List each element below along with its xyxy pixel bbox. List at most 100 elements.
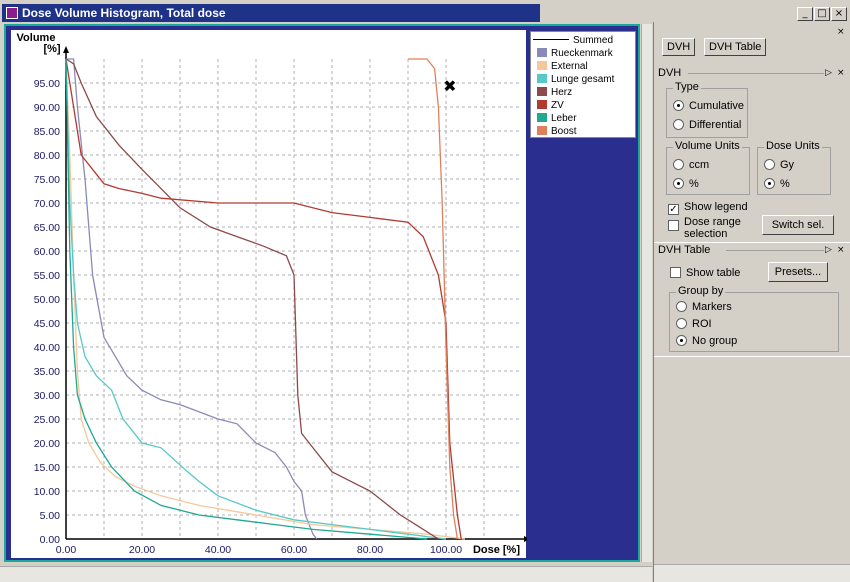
legend-label: Leber xyxy=(551,113,577,124)
radio-ccm[interactable]: ccm xyxy=(673,158,709,172)
legend-title: Summed xyxy=(533,34,613,47)
radio-differential[interactable]: Differential xyxy=(673,118,741,132)
dvh-table-section-header[interactable]: DVH Table xyxy=(658,243,710,257)
dvh-window: Dose Volume Histogram, Total dose _ □ × … xyxy=(0,0,847,582)
x-tick-label: 60.00 xyxy=(281,544,307,556)
legend-swatch xyxy=(537,48,547,57)
y-tick-label: 70.00 xyxy=(34,198,60,210)
x-tick-label: 20.00 xyxy=(129,544,155,556)
legend-item[interactable]: ZV xyxy=(537,99,564,112)
window-titlebar[interactable]: Dose Volume Histogram, Total dose xyxy=(2,4,540,22)
legend-item[interactable]: External xyxy=(537,60,588,73)
legend-label: Boost xyxy=(551,126,577,137)
x-tick-label: 40.00 xyxy=(205,544,231,556)
section-divider-2 xyxy=(726,250,824,251)
legend-item[interactable]: Boost xyxy=(537,125,577,138)
y-tick-label: 50.00 xyxy=(34,294,60,306)
y-tick-label: 85.00 xyxy=(34,126,60,138)
radio-roi[interactable]: ROI xyxy=(676,317,712,331)
y-tick-label: 25.00 xyxy=(34,414,60,426)
y-tick-label: 60.00 xyxy=(34,246,60,258)
y-tick-label: 65.00 xyxy=(34,222,60,234)
plot-area[interactable]: 0.00 5.00 10.00 15.00 20.00 25.00 30.00 35.00 40… xyxy=(11,30,530,559)
radio-no-group[interactable]: No group xyxy=(676,334,737,348)
titlebar-spacer xyxy=(540,4,650,22)
y-tick-label: 80.00 xyxy=(34,150,60,162)
y-tick-label: 35.00 xyxy=(34,366,60,378)
y-tick-label: 75.00 xyxy=(34,174,60,186)
legend-swatch xyxy=(537,113,547,122)
maximize-button[interactable]: □ xyxy=(814,7,830,21)
horizontal-scrollbar[interactable] xyxy=(0,566,652,582)
panel-separator-2 xyxy=(654,356,850,357)
radio-markers[interactable]: Markers xyxy=(676,300,732,314)
type-group: Type Cumulative Differential xyxy=(666,81,748,138)
presets-button[interactable]: Presets... xyxy=(768,262,828,282)
y-tick-label: 30.00 xyxy=(34,390,60,402)
legend-item[interactable]: Rueckenmark xyxy=(537,47,613,60)
tab-dvh-table[interactable]: DVH Table xyxy=(704,38,767,56)
x-tick-label: 0.00 xyxy=(56,544,77,556)
legend-label: Rueckenmark xyxy=(551,48,613,59)
chart-frame: 0.00 5.00 10.00 15.00 20.00 25.00 30.00 35.00 40… xyxy=(4,24,640,562)
legend-label: Lunge gesamt xyxy=(551,74,615,85)
radio-cumulative[interactable]: Cumulative xyxy=(673,99,744,113)
y-tick-label: 95.00 xyxy=(34,78,60,90)
dvh-chart[interactable]: 0.00 5.00 10.00 15.00 20.00 25.00 30.00 35.00 40… xyxy=(12,31,530,559)
y-tick-label: 40.00 xyxy=(34,342,60,354)
legend-label: ZV xyxy=(551,100,564,111)
y-axis-unit-label: [%] xyxy=(43,43,60,55)
y-tick-label: 45.00 xyxy=(34,318,60,330)
legend-swatch xyxy=(537,126,547,135)
section-divider xyxy=(688,73,824,74)
y-axis-arrow-icon xyxy=(63,46,69,53)
x-tick-label: 100.00 xyxy=(430,544,462,556)
y-tick-label: 20.00 xyxy=(34,438,60,450)
legend-swatch xyxy=(537,87,547,96)
legend-item[interactable]: Herz xyxy=(537,86,572,99)
panel-horizontal-scrollbar[interactable] xyxy=(654,564,850,582)
legend-label: External xyxy=(551,61,588,72)
pin-icon[interactable]: ▷ xyxy=(825,68,832,78)
app-icon xyxy=(6,7,18,19)
radio-volume-percent[interactable]: % xyxy=(673,177,699,191)
y-tick-label: 15.00 xyxy=(34,462,60,474)
x-axis-arrow-icon xyxy=(524,536,530,542)
show-table-checkbox[interactable]: Show table xyxy=(670,266,740,280)
radio-gy[interactable]: Gy xyxy=(764,158,794,172)
close-button[interactable]: × xyxy=(831,7,847,21)
side-panel: × DVH DVH Table DVH ▷ × Type Cumulative … xyxy=(653,22,850,582)
legend-item[interactable]: Lunge gesamt xyxy=(537,73,614,86)
marker-x-icon: ✖ xyxy=(443,76,456,95)
switch-sel-button[interactable]: Switch sel. xyxy=(762,215,834,235)
show-legend-checkbox[interactable]: ✓ Show legend xyxy=(668,200,748,215)
y-tick-label: 10.00 xyxy=(34,486,60,498)
y-tick-label: 55.00 xyxy=(34,270,60,282)
group-by-group: Group by Markers ROI No group xyxy=(669,285,839,352)
series-line-zv xyxy=(65,58,462,540)
legend-item[interactable]: Leber xyxy=(537,112,577,125)
x-axis-label: Dose [%] xyxy=(473,544,520,556)
dose-range-checkbox[interactable]: Dose range selection xyxy=(668,216,748,240)
volume-units-group: Volume Units ccm % xyxy=(666,140,750,195)
y-tick-label: 5.00 xyxy=(40,510,61,522)
dose-units-group: Dose Units Gy % xyxy=(757,140,831,195)
section-close-icon[interactable]: × xyxy=(837,68,845,78)
pin-icon-2[interactable]: ▷ xyxy=(825,245,832,255)
y-tick-label: 90.00 xyxy=(34,102,60,114)
window-title: Dose Volume Histogram, Total dose xyxy=(22,6,226,20)
legend-swatch xyxy=(537,74,547,83)
section-close-icon-2[interactable]: × xyxy=(837,245,845,255)
legend-swatch xyxy=(537,61,547,70)
legend-line-icon xyxy=(533,39,569,40)
legend-label: Herz xyxy=(551,87,573,98)
tab-dvh[interactable]: DVH xyxy=(662,38,696,56)
dvh-section-header[interactable]: DVH xyxy=(658,66,681,80)
vertical-scrollbar[interactable] xyxy=(641,24,652,562)
minimize-button[interactable]: _ xyxy=(797,7,813,21)
panel-close-icon[interactable]: × xyxy=(837,27,845,37)
radio-dose-percent[interactable]: % xyxy=(764,177,790,191)
chart-legend: Summed Rueckenmark External Lunge gesamt He… xyxy=(530,31,636,138)
legend-swatch xyxy=(537,100,547,109)
x-tick-label: 80.00 xyxy=(357,544,383,556)
